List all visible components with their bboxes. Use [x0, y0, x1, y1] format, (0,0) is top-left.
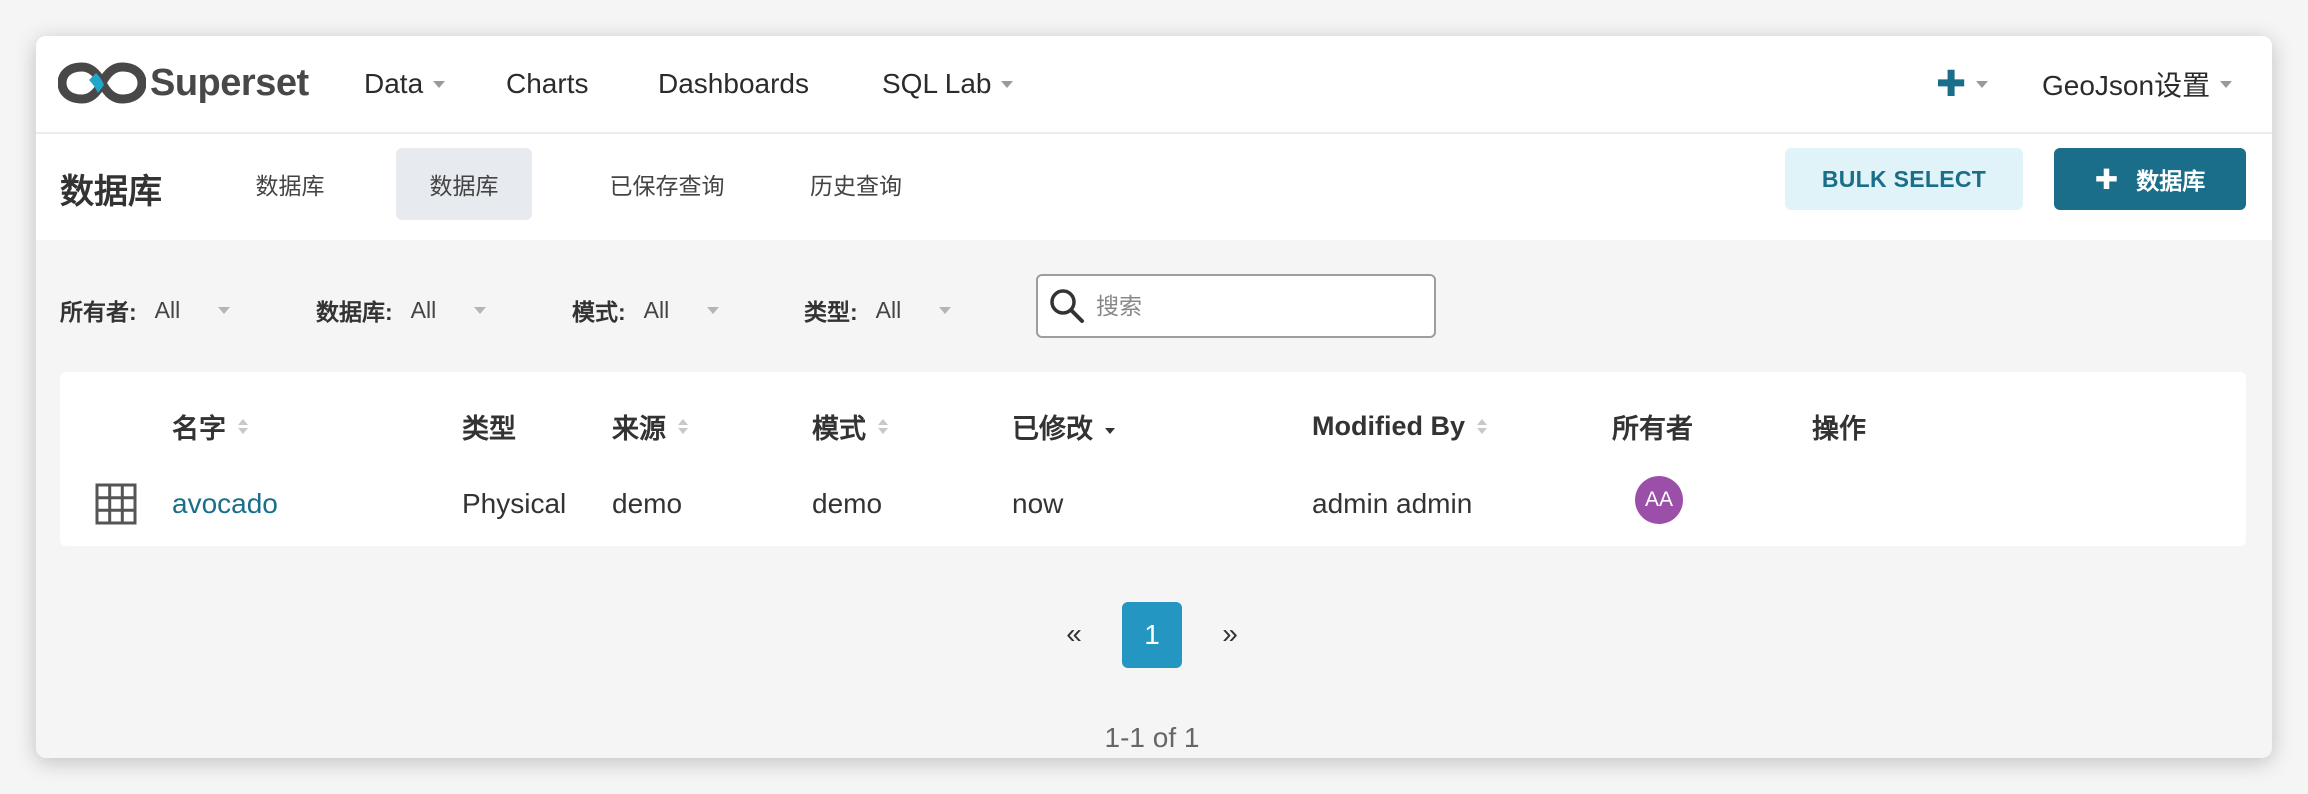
sort-icon: [238, 418, 248, 434]
tab-databases[interactable]: 数据库: [232, 148, 348, 220]
caret-down-icon: [707, 306, 720, 314]
top-navbar: Superset Data Charts Dashboards SQL Lab …: [36, 36, 2272, 134]
owner-avatar[interactable]: AA: [1635, 476, 1683, 524]
dataset-modified-cell: now: [1012, 488, 1064, 519]
dataset-source-cell: demo: [612, 488, 683, 519]
superset-logo-icon: [58, 62, 146, 104]
tab-query-history[interactable]: 历史查询: [788, 148, 924, 220]
column-header-actions: 操作: [1812, 410, 1866, 444]
nav-dashboards[interactable]: Dashboards: [658, 64, 809, 104]
dataset-type-cell: Physical: [462, 488, 567, 519]
datasets-table: 名字 类型 来源 模式 已修改 Modified By 所有者 操作 avoca…: [60, 372, 2246, 546]
dataset-modified-by-cell: admin admin: [1312, 488, 1473, 519]
brand-name: Superset: [150, 61, 309, 104]
page-title: 数据库: [60, 173, 162, 211]
column-header-label: 名字: [172, 413, 226, 444]
search-input[interactable]: [1096, 292, 1416, 320]
dataset-schema-cell: demo: [812, 488, 883, 519]
caret-down-icon: [1976, 80, 1989, 88]
plus-icon: ✚: [1936, 63, 1967, 104]
column-header-owners: 所有者: [1612, 410, 1693, 444]
nav-sql-lab-label: SQL Lab: [882, 68, 992, 99]
column-header-label: 来源: [612, 413, 666, 444]
pagination-prev-button[interactable]: «: [1054, 602, 1094, 666]
superset-logo[interactable]: Superset: [58, 58, 309, 108]
nav-dashboards-label: Dashboards: [658, 68, 809, 99]
sub-header: 数据库 数据库 数据库 已保存查询 历史查询 BULK SELECT ✚ 数据库: [36, 134, 2272, 240]
nav-data-menu[interactable]: Data: [364, 64, 446, 104]
bulk-select-button[interactable]: BULK SELECT: [1785, 148, 2023, 210]
caret-down-icon: [2220, 80, 2233, 88]
add-dataset-label: 数据库: [2136, 168, 2206, 194]
column-header-type: 类型: [462, 410, 516, 444]
app-window: Superset Data Charts Dashboards SQL Lab …: [36, 36, 2272, 758]
filter-database-value: All: [410, 296, 437, 323]
column-header-label: 操作: [1812, 413, 1866, 444]
dataset-name-link[interactable]: avocado: [172, 484, 278, 524]
filter-database[interactable]: 数据库: All: [316, 290, 487, 330]
caret-down-icon: [939, 306, 952, 314]
column-header-source[interactable]: 来源: [612, 410, 688, 444]
filter-owner-value: All: [154, 296, 181, 323]
caret-down-icon: [218, 306, 231, 314]
user-settings-label: GeoJson设置: [2042, 70, 2211, 101]
filter-type[interactable]: 类型: All: [804, 290, 952, 330]
filter-database-label: 数据库:: [316, 299, 393, 325]
nav-charts-label: Charts: [506, 68, 589, 99]
column-header-modified-by[interactable]: Modified By: [1312, 410, 1487, 442]
add-dataset-button[interactable]: ✚ 数据库: [2054, 148, 2246, 210]
column-header-schema[interactable]: 模式: [812, 410, 888, 444]
caret-down-icon: [1001, 80, 1014, 88]
column-header-modified[interactable]: 已修改: [1012, 410, 1115, 444]
table-icon: [95, 483, 137, 525]
user-settings-menu[interactable]: GeoJson设置: [2042, 64, 2233, 104]
column-header-label: 已修改: [1012, 413, 1093, 444]
tab-datasets[interactable]: 数据库: [396, 148, 532, 220]
caret-down-icon: [433, 80, 446, 88]
caret-down-icon: [474, 306, 487, 314]
column-header-label: 模式: [812, 413, 866, 444]
column-header-label: Modified By: [1312, 410, 1465, 441]
pagination-next-button[interactable]: »: [1210, 602, 1250, 666]
nav-data-label: Data: [364, 68, 424, 99]
tab-saved-queries[interactable]: 已保存查询: [584, 148, 750, 220]
filter-type-label: 类型:: [804, 299, 858, 325]
filter-type-value: All: [875, 296, 902, 323]
pagination-page-1[interactable]: 1: [1122, 602, 1182, 668]
filter-owner[interactable]: 所有者: All: [60, 290, 231, 330]
filter-schema-value: All: [643, 296, 670, 323]
nav-sql-lab-menu[interactable]: SQL Lab: [882, 64, 1014, 104]
nav-charts[interactable]: Charts: [506, 64, 588, 104]
sort-icon: [678, 418, 688, 434]
filter-schema-label: 模式:: [572, 299, 626, 325]
column-header-name[interactable]: 名字: [172, 410, 248, 444]
column-header-label: 类型: [462, 413, 516, 444]
sort-icon: [878, 418, 888, 434]
pagination-range-text: 1-1 of 1: [1104, 722, 1200, 753]
filter-owner-label: 所有者:: [60, 299, 137, 325]
column-header-label: 所有者: [1612, 413, 1693, 444]
search-icon: [1050, 289, 1084, 323]
sort-descending-icon: [1105, 419, 1115, 434]
new-item-menu[interactable]: ✚: [1936, 63, 1989, 104]
filter-schema[interactable]: 模式: All: [572, 290, 720, 330]
sort-icon: [1477, 418, 1487, 434]
plus-icon: ✚: [2094, 163, 2119, 195]
search-box[interactable]: [1036, 274, 1436, 338]
